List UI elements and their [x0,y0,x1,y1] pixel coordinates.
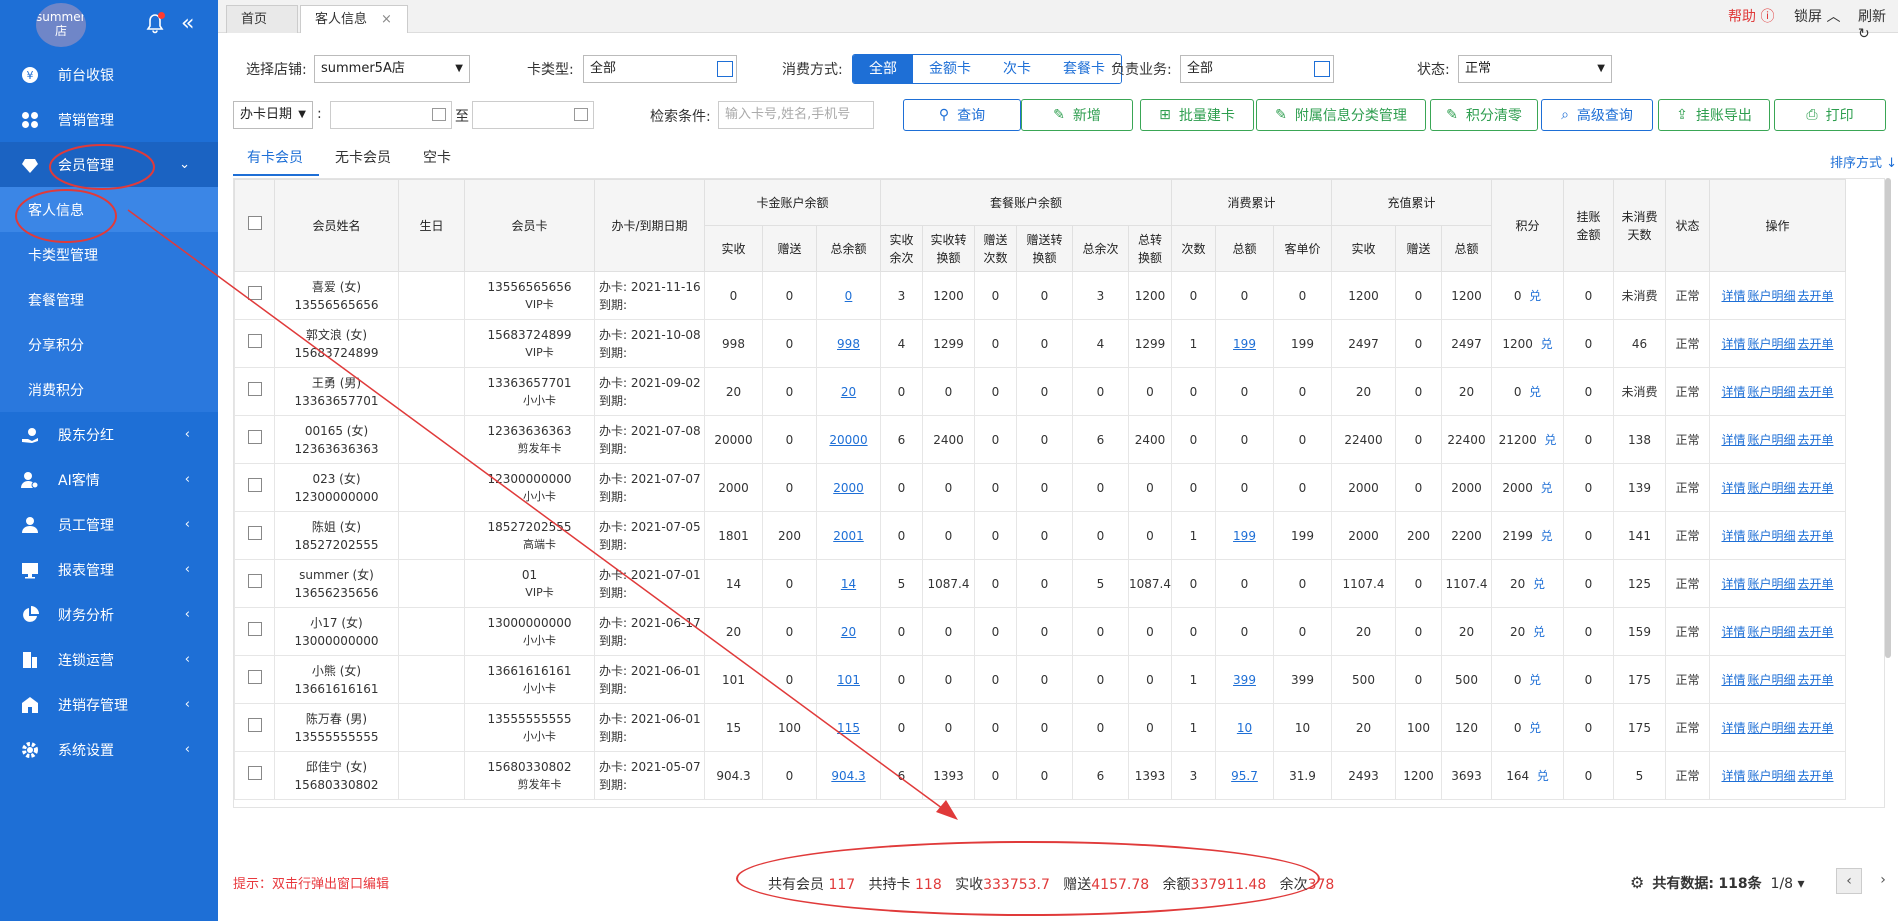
annotation-overlay [15,144,958,820]
annotation-arrow-line [127,209,951,815]
annotation-arrow-head [936,800,958,820]
annotation-circle-member-menu [49,144,155,190]
annotation-circle-customer-info [15,189,117,243]
